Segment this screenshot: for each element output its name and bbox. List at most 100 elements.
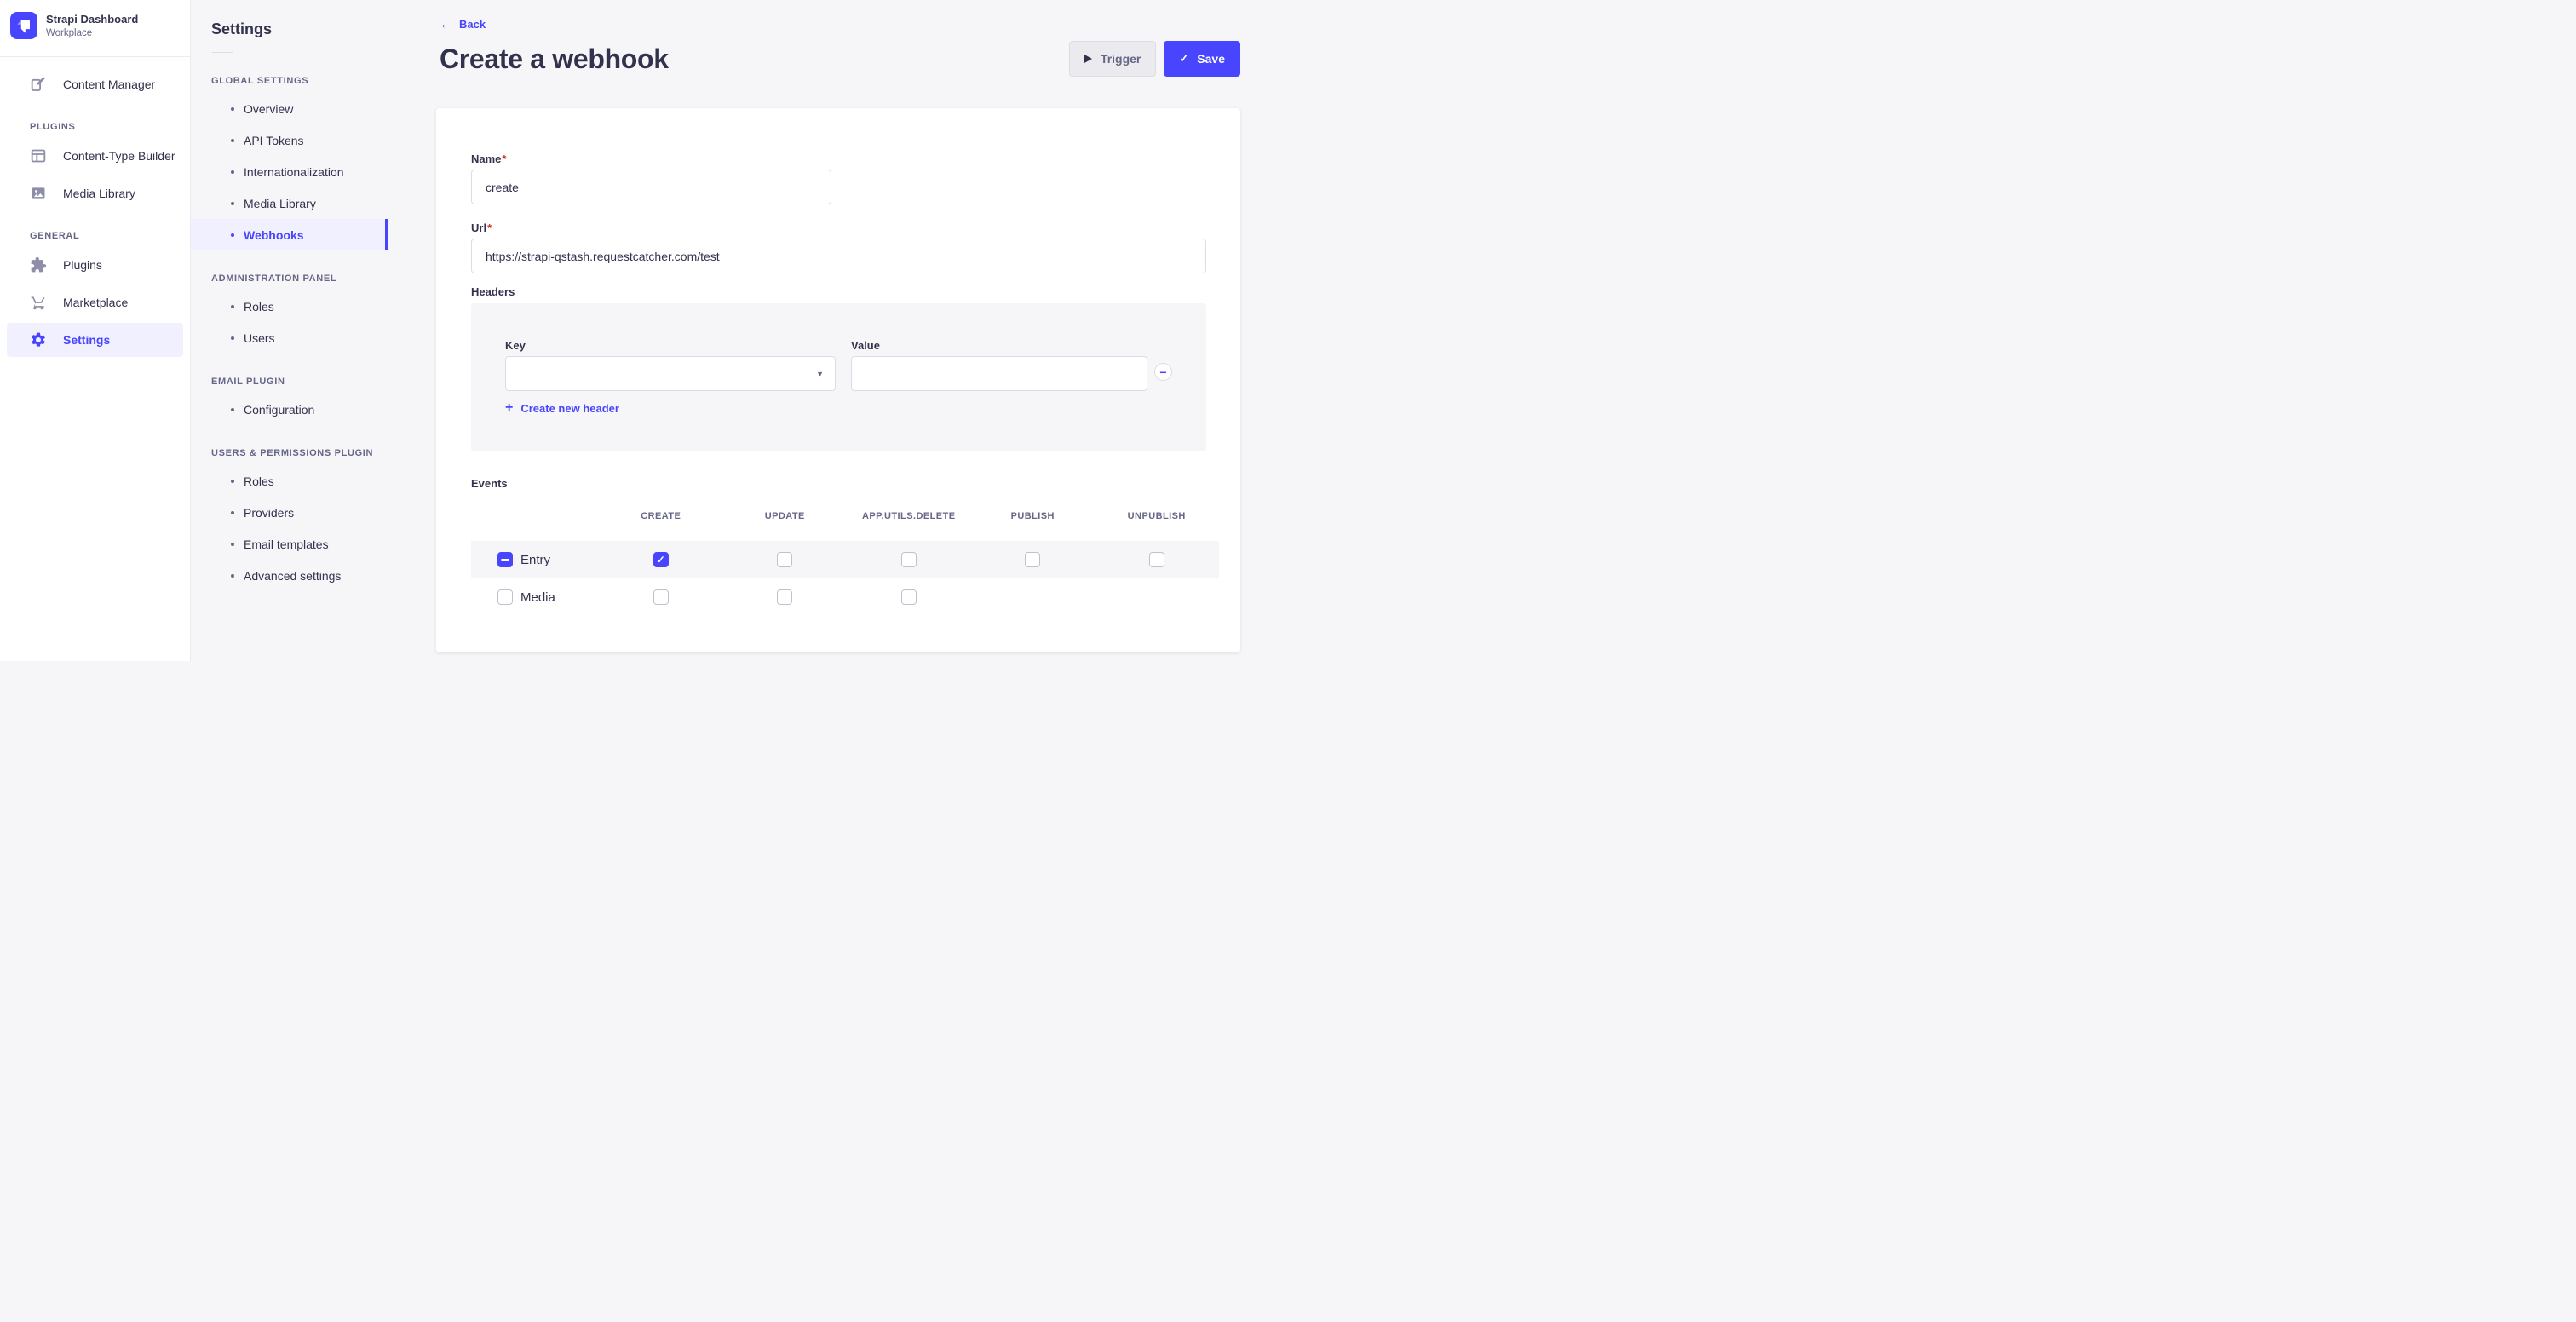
events-row-label: Entry xyxy=(520,553,550,567)
webhook-card: Name* Url* Headers Key ▼ xyxy=(436,108,1240,652)
settings-nav-item-configuration[interactable]: Configuration xyxy=(191,394,388,425)
workspace-header[interactable]: Strapi Dashboard Workplace xyxy=(0,0,190,49)
app-title: Strapi Dashboard xyxy=(46,13,138,26)
settings-nav-item-api-tokens[interactable]: API Tokens xyxy=(191,124,388,156)
settings-nav-item-users[interactable]: Users xyxy=(191,322,388,353)
media-app-utils-delete-checkbox[interactable] xyxy=(901,589,917,605)
settings-nav-item-overview[interactable]: Overview xyxy=(191,93,388,124)
name-input[interactable] xyxy=(471,170,831,204)
events-row-label: Media xyxy=(520,590,555,605)
sidebar-item-label: Content-Type Builder xyxy=(63,149,175,163)
settings-sidebar: Settings GLOBAL SETTINGS OverviewAPI Toke… xyxy=(191,0,388,661)
sidebar-item-label: Media Library xyxy=(63,187,135,200)
events-cell xyxy=(971,541,1095,578)
settings-title-divider xyxy=(212,52,233,53)
entry-update-checkbox[interactable] xyxy=(777,552,792,567)
sidebar-item-plugins[interactable]: Plugins xyxy=(7,248,183,282)
trigger-button[interactable]: Trigger xyxy=(1069,41,1156,77)
entry-app-utils-delete-checkbox[interactable] xyxy=(901,552,917,567)
entry-create-checkbox[interactable] xyxy=(653,552,669,567)
events-column-header-publish: PUBLISH xyxy=(971,510,1095,521)
plus-icon: + xyxy=(505,401,513,415)
trigger-button-label: Trigger xyxy=(1101,52,1141,66)
strapi-logo-icon xyxy=(10,12,37,39)
strapi-logo-glyph xyxy=(14,16,33,35)
settings-nav-title: Settings xyxy=(211,20,388,38)
settings-nav-item-label: Roles xyxy=(244,474,274,488)
chevron-down-icon: ▼ xyxy=(816,370,824,378)
settings-nav-item-media-library[interactable]: Media Library xyxy=(191,187,388,219)
url-input[interactable] xyxy=(471,239,1206,273)
create-new-header-button[interactable]: + Create new header xyxy=(505,401,619,415)
settings-section-users-permissions-plugin: USERS & PERMISSIONS PLUGIN xyxy=(211,448,388,458)
row-select-checkbox-entry[interactable] xyxy=(497,552,513,567)
settings-nav-item-roles[interactable]: Roles xyxy=(191,290,388,322)
settings-nav-item-email-templates[interactable]: Email templates xyxy=(191,528,388,560)
events-label: Events xyxy=(471,477,1206,490)
plugins-icon xyxy=(30,256,47,273)
settings-nav-item-roles[interactable]: Roles xyxy=(191,465,388,497)
events-row-label-cell: Media xyxy=(471,578,599,616)
sidebar-item-content-manager[interactable]: Content Manager xyxy=(7,67,183,101)
settings-nav-item-label: Users xyxy=(244,331,275,345)
workspace-text: Strapi Dashboard Workplace xyxy=(46,13,138,38)
headers-section: Headers Key ▼ Value − xyxy=(471,285,1206,451)
events-table: CREATEUPDATEAPP.UTILS.DELETEPUBLISHUNPUB… xyxy=(471,510,1219,616)
url-label: Url* xyxy=(471,221,1206,234)
media-update-checkbox[interactable] xyxy=(777,589,792,605)
sidebar-item-content-type-builder[interactable]: Content-Type Builder xyxy=(7,139,183,173)
media-create-checkbox[interactable] xyxy=(653,589,669,605)
key-label: Key xyxy=(505,339,836,352)
name-label: Name* xyxy=(471,152,831,165)
required-asterisk: * xyxy=(502,152,506,165)
settings-nav-item-label: Webhooks xyxy=(244,228,304,242)
entry-unpublish-checkbox[interactable] xyxy=(1149,552,1164,567)
settings-nav-item-label: Advanced settings xyxy=(244,569,341,583)
settings-section-email-plugin: EMAIL PLUGIN xyxy=(211,376,388,387)
header-key-select[interactable]: ▼ xyxy=(505,356,836,391)
settings-nav-item-label: Roles xyxy=(244,300,274,313)
minus-icon: − xyxy=(1159,366,1166,378)
workspace-name: Workplace xyxy=(46,28,138,38)
settings-nav-item-internationalization[interactable]: Internationalization xyxy=(191,156,388,187)
page-title: Create a webhook xyxy=(440,43,669,75)
events-row-label-cell: Entry xyxy=(471,541,599,578)
play-icon xyxy=(1084,55,1092,63)
settings-nav-item-providers[interactable]: Providers xyxy=(191,497,388,528)
back-link[interactable]: ← Back xyxy=(440,18,486,31)
settings-nav-item-label: Providers xyxy=(244,506,294,520)
sidebar-item-media-library[interactable]: Media Library xyxy=(7,176,183,210)
header-value-input[interactable] xyxy=(851,356,1147,391)
back-label: Back xyxy=(459,18,486,31)
sidebar-item-label: Plugins xyxy=(63,258,102,272)
marketplace-icon xyxy=(30,294,47,311)
events-column-header-app-utils-delete: APP.UTILS.DELETE xyxy=(847,510,971,521)
settings-section-global-settings: GLOBAL SETTINGS xyxy=(211,76,388,86)
events-cell xyxy=(599,541,723,578)
save-button[interactable]: ✓ Save xyxy=(1164,41,1240,77)
sidebar-item-settings[interactable]: Settings xyxy=(7,323,183,357)
row-select-checkbox-media[interactable] xyxy=(497,589,513,605)
main-content: ← Back Create a webhook Trigger ✓ Save N… xyxy=(388,0,1288,661)
entry-publish-checkbox[interactable] xyxy=(1025,552,1040,567)
events-column-header-create: CREATE xyxy=(599,510,723,521)
sidebar-item-label: Marketplace xyxy=(63,296,128,309)
remove-header-button[interactable]: − xyxy=(1154,363,1172,381)
events-section: Events CREATEUPDATEAPP.UTILS.DELETEPUBLI… xyxy=(471,477,1206,616)
events-cell xyxy=(847,578,971,616)
headers-box: Key ▼ Value − + Create new header xyxy=(471,303,1206,451)
events-row-entry: Entry xyxy=(471,541,1219,578)
required-asterisk: * xyxy=(487,221,492,234)
sidebar-item-marketplace[interactable]: Marketplace xyxy=(7,285,183,319)
events-cell xyxy=(723,541,848,578)
settings-nav-item-webhooks[interactable]: Webhooks xyxy=(191,219,388,250)
value-label: Value xyxy=(851,339,1147,352)
events-column-header-unpublish: UNPUBLISH xyxy=(1095,510,1219,521)
content-manager-icon xyxy=(30,76,47,93)
page-header: ← Back Create a webhook Trigger ✓ Save xyxy=(388,0,1288,77)
name-field-group: Name* xyxy=(471,152,831,204)
events-header-row: CREATEUPDATEAPP.UTILS.DELETEPUBLISHUNPUB… xyxy=(471,510,1219,521)
back-arrow-icon: ← xyxy=(440,18,452,31)
settings-nav-item-advanced-settings[interactable]: Advanced settings xyxy=(191,560,388,591)
events-cell xyxy=(847,541,971,578)
